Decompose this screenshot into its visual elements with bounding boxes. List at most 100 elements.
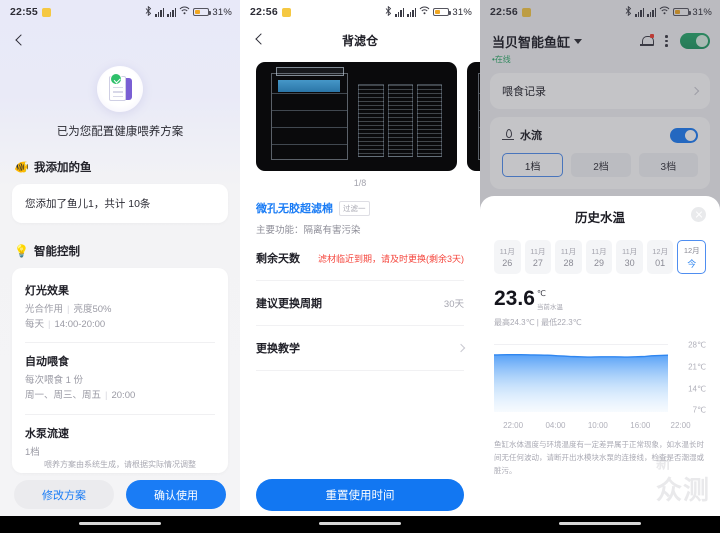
- plan-document-icon: [97, 66, 143, 112]
- section-header-fish: 🐠 我添加的鱼: [0, 159, 240, 175]
- chevron-right-icon: [456, 343, 466, 353]
- filter-chamber-photo: [267, 67, 446, 162]
- tube: [417, 83, 443, 157]
- filter-function-text: 主要功能：隔离有害污染: [256, 225, 361, 236]
- status-bar-right: 31%: [145, 5, 232, 19]
- home-indicator: [240, 516, 480, 533]
- date-day: 30: [624, 258, 635, 268]
- row-value: 30天: [443, 299, 464, 310]
- temperature-unit: ℃: [536, 289, 546, 298]
- p1-footer: 喂养方案由系统生成，请根据实际情况调整 修改方案 确认使用: [0, 459, 240, 509]
- status-bar-right: 31%: [385, 5, 472, 19]
- page-title: 背滤仓: [341, 33, 378, 48]
- date-chip-0[interactable]: 11月 26: [494, 240, 521, 274]
- bluetooth-icon: [385, 5, 392, 19]
- battery-icon: [193, 8, 212, 16]
- fish-count-text: 您添加了鱼儿1，共计 10条: [25, 198, 151, 210]
- home-indicator: [0, 516, 240, 533]
- wifi-icon: [179, 6, 190, 18]
- section-title-smart: 智能控制: [33, 246, 80, 258]
- battery-icon: [433, 8, 452, 16]
- p1-navbar: [0, 24, 240, 58]
- y-tick-1: 21℃: [688, 362, 706, 372]
- date-chip-5[interactable]: 12月 01: [646, 240, 674, 274]
- control-name: 水泵流速: [25, 427, 69, 440]
- sheet-title: 历史水温: [574, 210, 625, 225]
- y-tick-3: 7℃: [692, 405, 706, 415]
- wifi-icon: [419, 6, 430, 18]
- filter-name: 微孔无胶超滤棉: [256, 203, 333, 215]
- fish-card[interactable]: 您添加了鱼儿1，共计 10条: [12, 184, 228, 223]
- carousel-image-1[interactable]: [256, 62, 457, 171]
- control-sub-line1: 每次喂食 1 份: [25, 374, 215, 389]
- control-name: 自动喂食: [25, 356, 69, 369]
- sheet-header: 历史水温: [494, 196, 706, 236]
- chamber-right-tubes: [358, 83, 443, 157]
- section-header-smart: 💡 智能控制: [0, 243, 240, 259]
- date-month: 12月: [652, 247, 669, 256]
- image-carousel[interactable]: [240, 62, 480, 171]
- bluetooth-icon: [145, 5, 152, 19]
- table-row[interactable]: 更换教学: [256, 326, 466, 371]
- current-temperature-block: 23.6 ℃ 当前水温 最高24.3℃ | 最低22.3℃: [494, 288, 706, 328]
- modify-plan-button[interactable]: 修改方案: [14, 480, 114, 509]
- control-item-light[interactable]: 灯光效果 光合作用 | 亮度50% 每天 | 14:00-20:00: [25, 280, 215, 342]
- date-chip-6-today[interactable]: 12月 今: [677, 240, 707, 274]
- x-tick-3: 16:00: [630, 421, 651, 430]
- filter-tag-badge: 过滤一: [339, 200, 370, 216]
- footer-buttons: 修改方案 确认使用: [0, 480, 240, 509]
- tube: [387, 83, 413, 157]
- table-row[interactable]: 建议更换周期 30天: [256, 281, 464, 326]
- back-button[interactable]: [12, 33, 28, 49]
- chart-area-series: [493, 354, 669, 412]
- bulb-icon: 💡: [14, 244, 29, 258]
- control-sub-line2: 每天 | 14:00-20:00: [25, 318, 106, 330]
- x-tick-4: 22:00: [670, 421, 691, 430]
- date-chip-4[interactable]: 11月 30: [616, 240, 643, 274]
- carousel-image-2[interactable]: [467, 62, 480, 171]
- date-month: 11月: [621, 247, 638, 256]
- control-item-pump[interactable]: 水泵流速 1档: [25, 413, 215, 461]
- carousel-counter: 1/8: [353, 178, 367, 188]
- signal-icon: [155, 7, 165, 17]
- control-sub-line1: 光合作用 | 亮度50%: [25, 304, 112, 315]
- confirm-use-button[interactable]: 确认使用: [126, 480, 226, 509]
- page-title: 已为您配置健康喂养方案: [56, 126, 184, 138]
- control-portion: 每次喂食 1 份: [25, 375, 84, 387]
- date-chip-3[interactable]: 11月 29: [585, 240, 613, 274]
- gridline: [494, 343, 668, 345]
- date-day: 28: [563, 258, 574, 268]
- y-tick-2: 14℃: [688, 384, 706, 394]
- date-selector: 11月 26 11月 27 11月 28 11月 29 11月 30 12月 0…: [494, 240, 707, 274]
- status-time: 22:56: [250, 6, 278, 18]
- close-icon[interactable]: [691, 207, 706, 222]
- control-freq: 每天: [25, 318, 45, 330]
- watermark-top: 新: [655, 454, 672, 472]
- x-tick-1: 04:00: [545, 421, 566, 430]
- panel-device-home: 22:56 31% 当贝智能鱼缸 • 在线 喂食记录 水流 1档 2档 3档 历…: [480, 0, 720, 533]
- control-name: 灯光效果: [25, 285, 69, 297]
- status-time: 22:55: [10, 6, 38, 18]
- date-day: 29: [594, 258, 605, 268]
- control-item-feed[interactable]: 自动喂食 每次喂食 1 份 周一、周三、周五 | 20:00: [25, 342, 215, 413]
- signal-icon: [395, 7, 405, 17]
- battery-percent: 31%: [452, 6, 472, 18]
- date-day: 27: [532, 258, 543, 268]
- table-row[interactable]: 剩余天数 滤材临近到期，请及时更换(剩余3天): [256, 236, 464, 281]
- filter-header: 微孔无胶超滤棉 过滤一: [256, 200, 464, 216]
- date-month: 11月: [530, 247, 546, 256]
- y-tick-0: 28℃: [688, 340, 706, 350]
- date-day: 01: [655, 258, 666, 268]
- date-chip-1[interactable]: 11月 27: [524, 240, 552, 274]
- temperature-main: 23.6 ℃ 当前水温: [494, 288, 706, 311]
- screenshot-stage: 22:55 31% 已为您配置健康喂养方案 🐠 我添加的鱼 您添加了鱼儿1，共计…: [0, 0, 720, 533]
- reset-usage-time-button[interactable]: 重置使用时间: [256, 479, 464, 511]
- watermark: 新 众测: [655, 454, 710, 508]
- battery-percent: 31%: [212, 6, 232, 18]
- date-month: 11月: [591, 247, 607, 256]
- control-days: 周一、周三、周五: [25, 390, 102, 402]
- check-icon: [110, 73, 122, 85]
- tube: [358, 83, 384, 157]
- date-chip-2[interactable]: 11月 28: [555, 240, 582, 274]
- watermark-main: 众测: [655, 475, 710, 505]
